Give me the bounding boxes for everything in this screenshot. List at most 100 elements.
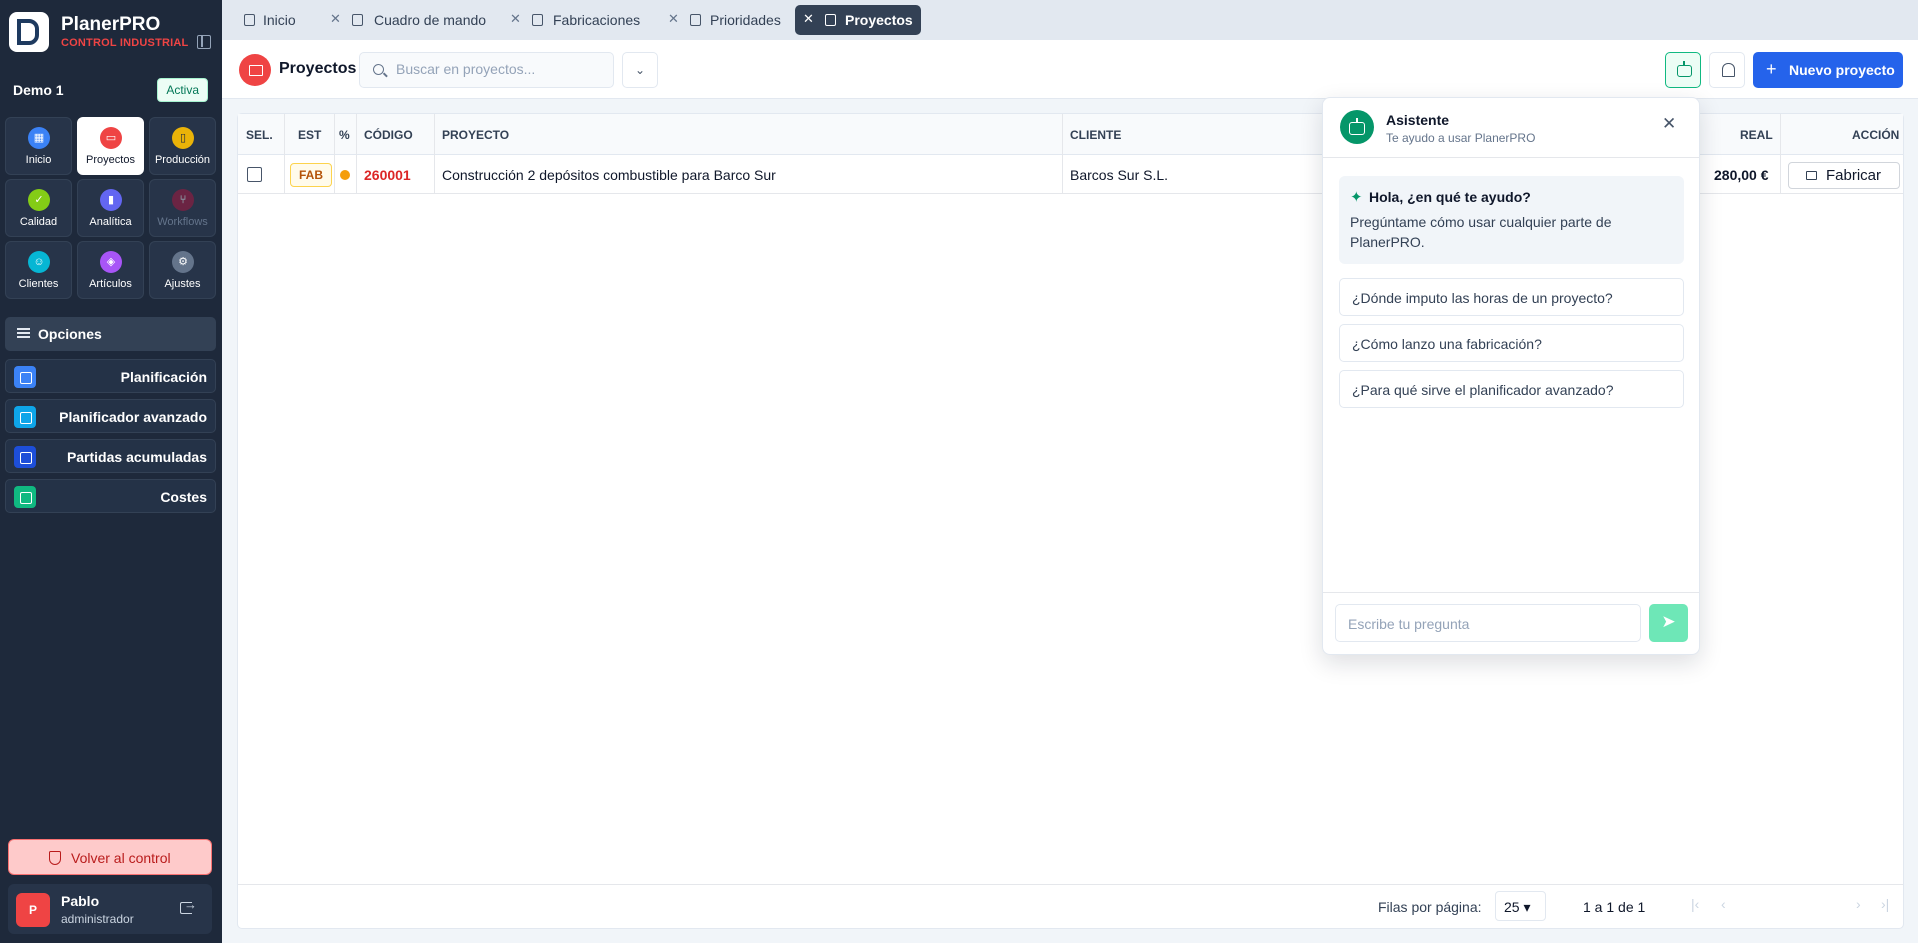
calendar-icon (14, 406, 36, 428)
option-costes[interactable]: Costes (5, 479, 216, 513)
notifications-button[interactable] (1709, 52, 1745, 88)
folder-icon (825, 14, 836, 26)
search-icon (373, 64, 384, 75)
module-label: Artículos (89, 278, 132, 290)
module-label: Proyectos (86, 154, 135, 166)
page-toolbar: Proyectos ⌄ + Nuevo proyecto (222, 40, 1918, 99)
option-partidas-acumuladas[interactable]: Partidas acumuladas (5, 439, 216, 473)
option-label: Planificación (120, 369, 207, 385)
option-label: Partidas acumuladas (66, 449, 207, 465)
tab-inicio[interactable]: Inicio (234, 5, 304, 35)
user-name: Pablo (61, 893, 100, 909)
first-page-icon[interactable]: |‹ (1691, 896, 1699, 912)
question-input-box[interactable] (1335, 604, 1641, 642)
collapse-sidebar-icon[interactable] (197, 35, 211, 49)
option-planificacion[interactable]: Planificación (5, 359, 216, 393)
option-planificador-avanzado[interactable]: Planificador avanzado (5, 399, 216, 433)
close-icon[interactable]: ✕ (330, 11, 341, 27)
new-project-label: Nuevo proyecto (1789, 62, 1895, 78)
logout-icon[interactable] (180, 897, 197, 914)
fabricar-button[interactable]: Fabricar (1788, 162, 1900, 189)
grid-icon: ▦ (28, 127, 50, 149)
tab-label: Proyectos (845, 12, 913, 28)
module-clientes[interactable]: ☺ Clientes (5, 241, 72, 299)
module-label: Workflows (157, 216, 208, 228)
suggestion-button[interactable]: ¿Para qué sirve el planificador avanzado… (1339, 370, 1684, 408)
tab-proyectos[interactable]: ✕ Proyectos (795, 5, 921, 35)
folder-icon: ▭ (100, 127, 122, 149)
brand: PlanerPRO CONTROL INDUSTRIAL (9, 12, 214, 52)
new-project-button[interactable]: + Nuevo proyecto (1753, 52, 1903, 88)
planerpro-logo (9, 12, 49, 52)
suggestion-button[interactable]: ¿Cómo lanzo una fabricación? (1339, 324, 1684, 362)
plus-icon: + (1766, 59, 1777, 79)
tenant-selector[interactable]: Demo 1 Activa (5, 76, 216, 104)
suggestion-button[interactable]: ¿Dónde imputo las horas de un proyecto? (1339, 278, 1684, 316)
module-proyectos[interactable]: ▭ Proyectos (77, 117, 144, 175)
column-header: % (339, 128, 350, 142)
filter-dropdown-button[interactable]: ⌄ (622, 52, 658, 88)
module-calidad[interactable]: ✓ Calidad (5, 179, 72, 237)
option-label: Costes (160, 489, 207, 505)
module-inicio[interactable]: ▦ Inicio (5, 117, 72, 175)
module-analitica[interactable]: ▮ Analítica (77, 179, 144, 237)
pagination-range: 1 a 1 de 1 (1583, 899, 1646, 915)
search-input[interactable] (396, 61, 596, 77)
send-button[interactable]: ➤ (1649, 604, 1688, 642)
folder-icon (239, 54, 271, 86)
column-header: EST (298, 128, 322, 142)
module-label: Ajustes (164, 278, 201, 290)
bar-chart-icon (352, 14, 363, 26)
tab-fabricaciones[interactable]: ✕ Fabricaciones (502, 5, 642, 35)
assistant-toggle-button[interactable] (1665, 52, 1701, 88)
close-icon[interactable]: ✕ (510, 11, 521, 27)
close-icon[interactable]: ✕ (1662, 114, 1676, 134)
bot-icon (1340, 110, 1374, 144)
column-header[interactable]: CLIENTE (1070, 128, 1121, 142)
option-label: Planificador avanzado (59, 409, 207, 425)
options-header-label: Opciones (38, 326, 102, 342)
column-header[interactable]: REAL (1740, 128, 1773, 142)
back-to-control-button[interactable]: Volver al control (8, 839, 212, 875)
module-produccion[interactable]: ▯ Producción (149, 117, 216, 175)
last-page-icon[interactable]: ›| (1881, 896, 1889, 912)
next-page-icon[interactable]: › (1856, 896, 1861, 912)
factory-icon: ▯ (172, 127, 194, 149)
column-header[interactable]: CÓDIGO (364, 128, 413, 142)
prev-page-icon[interactable]: ‹ (1721, 896, 1726, 912)
close-icon[interactable]: ✕ (803, 11, 814, 27)
options-header[interactable]: Opciones (5, 317, 216, 351)
intro-heading: Hola, ¿en qué te ayudo? (1369, 189, 1531, 205)
grid-icon (244, 14, 255, 26)
users-icon: ☺ (28, 251, 50, 273)
project-code[interactable]: 260001 (364, 167, 411, 183)
column-header: ACCIÓN (1852, 128, 1900, 142)
brand-subtitle: CONTROL INDUSTRIAL (61, 37, 189, 49)
assistant-composer: ➤ (1323, 592, 1699, 656)
row-select-checkbox[interactable] (247, 167, 262, 182)
quality-icon: ✓ (28, 189, 50, 211)
column-header[interactable]: PROYECTO (442, 128, 509, 142)
assistant-panel: Asistente Te ayudo a usar PlanerPRO ✕ ✦ … (1322, 97, 1700, 655)
search-box[interactable] (359, 52, 614, 88)
module-ajustes[interactable]: ⚙ Ajustes (149, 241, 216, 299)
question-input[interactable] (1348, 616, 1628, 632)
real-cost: 280,00 € (1714, 167, 1769, 183)
tab-label: Cuadro de mando (374, 12, 487, 28)
rows-per-page-select[interactable]: 25 ▾ (1495, 891, 1546, 921)
assistant-title: Asistente (1386, 112, 1450, 128)
calendar-clock-icon (14, 366, 36, 388)
progress-dot (340, 170, 350, 180)
close-icon[interactable]: ✕ (668, 11, 679, 27)
module-workflows: ⑂ Workflows (149, 179, 216, 237)
assistant-header: Asistente Te ayudo a usar PlanerPRO ✕ (1323, 98, 1699, 158)
folder-icon (1806, 171, 1817, 180)
page-title: Proyectos (279, 60, 357, 77)
module-articulos[interactable]: ◈ Artículos (77, 241, 144, 299)
tab-prioridades[interactable]: ✕ Prioridades (660, 5, 790, 35)
sparkles-icon: ✦ (1350, 189, 1363, 206)
layers-icon (14, 446, 36, 468)
tenant-status-badge: Activa (157, 78, 208, 102)
rows-per-page-label: Filas por página: (1378, 899, 1482, 915)
module-label: Analítica (89, 216, 132, 228)
